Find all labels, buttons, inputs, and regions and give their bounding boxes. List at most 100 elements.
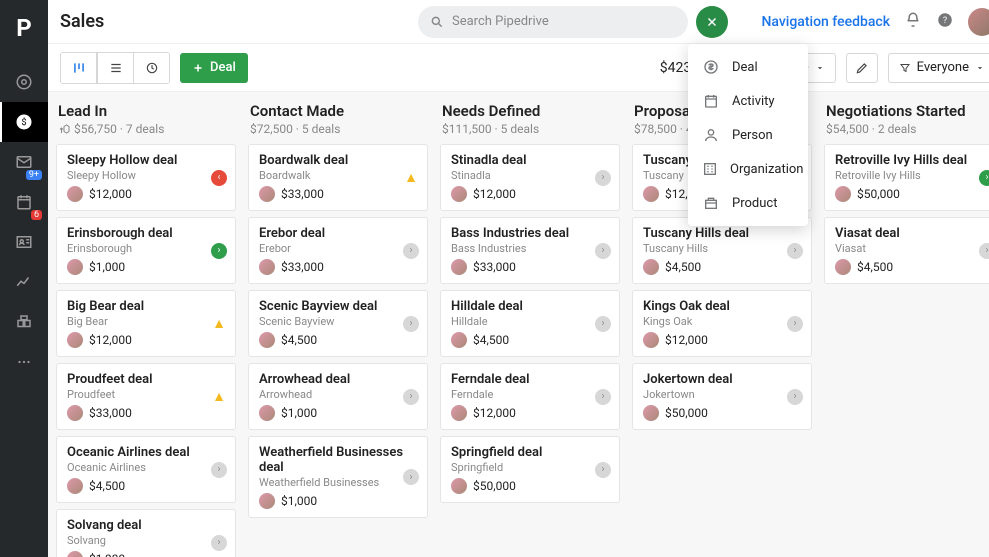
owner-avatar bbox=[67, 259, 83, 275]
owner-avatar bbox=[259, 493, 275, 509]
deal-card[interactable]: Proudfeet deal Proudfeet $33,000 ▲ bbox=[56, 363, 236, 430]
owner-avatar bbox=[259, 259, 275, 275]
deal-card[interactable]: Erebor deal Erebor $33,000 › bbox=[248, 217, 428, 284]
deal-name: Big Bear deal bbox=[67, 299, 225, 314]
deal-card[interactable]: Retroville Ivy Hills deal Retroville Ivy… bbox=[824, 144, 989, 211]
deal-amount: $12,000 bbox=[89, 333, 132, 347]
deal-org: Big Bear bbox=[67, 315, 225, 328]
column-title: Lead In bbox=[58, 102, 234, 120]
deal-amount: $50,000 bbox=[665, 406, 708, 420]
deal-org: Ferndale bbox=[451, 388, 609, 401]
deal-amount: $1,000 bbox=[89, 260, 125, 274]
nav-deals[interactable]: $ bbox=[0, 102, 48, 142]
deal-card[interactable]: Ferndale deal Ferndale $12,000 › bbox=[440, 363, 620, 430]
deal-amount: $33,000 bbox=[89, 406, 132, 420]
view-forecast[interactable] bbox=[133, 53, 169, 83]
deal-amount: $12,000 bbox=[89, 187, 132, 201]
deal-card[interactable]: Jokertown deal Jokertown $50,000 › bbox=[632, 363, 812, 430]
deal-org: Springfield bbox=[451, 461, 609, 474]
add-button[interactable] bbox=[696, 6, 728, 38]
deal-org: Jokertown bbox=[643, 388, 801, 401]
nav-contacts[interactable] bbox=[0, 222, 48, 262]
dropdown-label: Person bbox=[732, 128, 773, 143]
status-icon: › bbox=[787, 316, 803, 332]
deal-name: Solvang deal bbox=[67, 518, 225, 533]
dropdown-item-deal[interactable]: Deal bbox=[688, 50, 808, 84]
deal-name: Hilldale deal bbox=[451, 299, 609, 314]
deal-card[interactable]: Boardwalk deal Boardwalk $33,000 ▲ bbox=[248, 144, 428, 211]
deal-card[interactable]: Sleepy Hollow deal Sleepy Hollow $12,000… bbox=[56, 144, 236, 211]
user-avatar[interactable] bbox=[968, 8, 989, 36]
deal-card[interactable]: Big Bear deal Big Bear $12,000 ▲ bbox=[56, 290, 236, 357]
deal-card[interactable]: Kings Oak deal Kings Oak $12,000 › bbox=[632, 290, 812, 357]
nav-insights[interactable] bbox=[0, 262, 48, 302]
deal-amount: $1,000 bbox=[89, 552, 125, 557]
deal-card[interactable]: Arrowhead deal Arrowhead $1,000 › bbox=[248, 363, 428, 430]
column-title: Contact Made bbox=[250, 102, 426, 120]
calendar-icon bbox=[702, 93, 720, 109]
owner-avatar bbox=[835, 259, 851, 275]
user-filter[interactable]: Everyone bbox=[888, 53, 989, 83]
deal-name: Retroville Ivy Hills deal bbox=[835, 153, 989, 168]
deal-name: Proudfeet deal bbox=[67, 372, 225, 387]
view-list[interactable] bbox=[97, 53, 133, 83]
deal-card[interactable]: Solvang deal Solvang $1,000 › bbox=[56, 509, 236, 557]
add-deal-button[interactable]: Deal bbox=[180, 53, 248, 83]
deal-card[interactable]: Weatherfield Businesses deal Weatherfiel… bbox=[248, 436, 428, 518]
edit-pipeline-button[interactable] bbox=[846, 53, 878, 83]
person-icon bbox=[702, 127, 720, 143]
deal-amount: $12,000 bbox=[665, 333, 708, 347]
pipeline-column: Lead In $56,750 · 7 dealsSleepy Hollow d… bbox=[48, 92, 240, 557]
owner-avatar bbox=[643, 259, 659, 275]
deal-org: Oceanic Airlines bbox=[67, 461, 225, 474]
nav-more[interactable] bbox=[0, 342, 48, 382]
deal-org: Sleepy Hollow bbox=[67, 169, 225, 182]
svg-text:?: ? bbox=[943, 16, 947, 26]
owner-avatar bbox=[67, 332, 83, 348]
deal-card[interactable]: Erinsborough deal Erinsborough $1,000 › bbox=[56, 217, 236, 284]
announce-icon[interactable] bbox=[904, 11, 922, 33]
deal-card[interactable]: Tuscany Hills deal Tuscany Hills $4,500 … bbox=[632, 217, 812, 284]
deal-name: Kings Oak deal bbox=[643, 299, 801, 314]
deal-card[interactable]: Oceanic Airlines deal Oceanic Airlines $… bbox=[56, 436, 236, 503]
status-icon: › bbox=[595, 462, 611, 478]
pipeline-column: Needs Defined $111,500 · 5 dealsStinadla… bbox=[432, 92, 624, 557]
deal-card[interactable]: Viasat deal Viasat $4,500 › bbox=[824, 217, 989, 284]
nav-mail[interactable]: 9+ bbox=[0, 142, 48, 182]
dropdown-item-person[interactable]: Person bbox=[688, 118, 808, 152]
owner-avatar bbox=[643, 332, 659, 348]
deal-org: Stinadla bbox=[451, 169, 609, 182]
deal-name: Viasat deal bbox=[835, 226, 989, 241]
nav-focus[interactable] bbox=[0, 62, 48, 102]
deal-card[interactable]: Stinadla deal Stinadla $12,000 › bbox=[440, 144, 620, 211]
view-kanban[interactable] bbox=[61, 53, 97, 83]
deal-name: Stinadla deal bbox=[451, 153, 609, 168]
help-icon[interactable]: ? bbox=[936, 11, 954, 33]
dropdown-item-product[interactable]: Product bbox=[688, 186, 808, 220]
nav-products[interactable] bbox=[0, 302, 48, 342]
status-icon: › bbox=[595, 170, 611, 186]
dropdown-label: Product bbox=[732, 196, 777, 211]
deal-org: Viasat bbox=[835, 242, 989, 255]
left-nav: P $ 9+ 6 bbox=[0, 0, 48, 557]
building-icon bbox=[702, 161, 718, 177]
search-input[interactable]: Search Pipedrive bbox=[418, 6, 688, 38]
status-icon: › bbox=[595, 243, 611, 259]
nav-calendar[interactable]: 6 bbox=[0, 182, 48, 222]
deal-card[interactable]: Hilldale deal Hilldale $4,500 › bbox=[440, 290, 620, 357]
deal-org: Retroville Ivy Hills bbox=[835, 169, 989, 182]
deal-card[interactable]: Springfield deal Springfield $50,000 › bbox=[440, 436, 620, 503]
deal-card[interactable]: Bass Industries deal Bass Industries $33… bbox=[440, 217, 620, 284]
owner-avatar bbox=[643, 186, 659, 202]
owner-avatar bbox=[835, 186, 851, 202]
logo[interactable]: P bbox=[16, 14, 31, 42]
nav-feedback-link[interactable]: Navigation feedback bbox=[761, 14, 890, 30]
deal-amount: $12,000 bbox=[473, 406, 516, 420]
page-title: Sales bbox=[60, 11, 104, 32]
status-icon: ▲ bbox=[403, 170, 419, 186]
dropdown-item-organization[interactable]: Organization bbox=[688, 152, 808, 186]
deal-name: Bass Industries deal bbox=[451, 226, 609, 241]
dropdown-item-activity[interactable]: Activity bbox=[688, 84, 808, 118]
pipeline-column: Contact Made $72,500 · 5 dealsBoardwalk … bbox=[240, 92, 432, 557]
deal-card[interactable]: Scenic Bayview deal Scenic Bayview $4,50… bbox=[248, 290, 428, 357]
